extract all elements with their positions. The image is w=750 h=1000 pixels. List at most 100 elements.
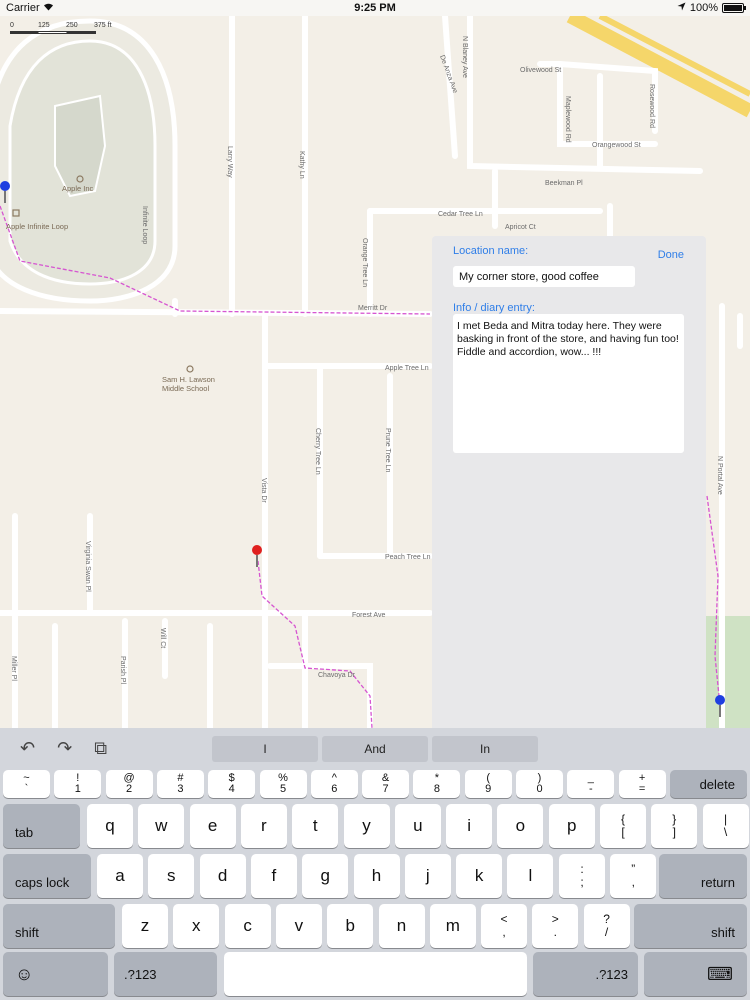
- key-;[interactable]: :;: [559, 854, 605, 898]
- key-4[interactable]: $4: [208, 770, 256, 798]
- street-label: Kathy Ln: [298, 151, 305, 179]
- hide-keyboard-icon[interactable]: ⌨: [644, 952, 747, 996]
- key-e[interactable]: e: [189, 804, 236, 848]
- key-q[interactable]: q: [87, 804, 133, 848]
- street-label: Olivewood St: [520, 67, 561, 74]
- key-char: =: [638, 783, 646, 795]
- key-w[interactable]: w: [138, 804, 185, 848]
- key-3[interactable]: #3: [156, 770, 204, 798]
- scale-label: 250: [66, 22, 78, 29]
- paste-icon[interactable]: ⧉: [94, 738, 107, 759]
- key-.[interactable]: >.: [532, 904, 579, 948]
- key-5[interactable]: % 5: [259, 770, 307, 798]
- key-l[interactable]: l: [507, 854, 554, 898]
- key-o[interactable]: o: [497, 804, 544, 848]
- tab-key[interactable]: tab: [3, 804, 80, 848]
- location-editor-panel: Location name: Done Info / diary entry: …: [432, 236, 706, 728]
- key--[interactable]: _ -: [567, 770, 615, 798]
- key-d[interactable]: d: [199, 854, 246, 898]
- key-,[interactable]: <,: [481, 904, 527, 948]
- key-j[interactable]: j: [404, 854, 451, 898]
- street-label: Apricot Ct: [505, 224, 536, 231]
- key-f[interactable]: f: [250, 854, 297, 898]
- key-char: 5: [279, 783, 287, 795]
- suggestion-2[interactable]: And: [322, 736, 428, 762]
- key-,[interactable]: ”,: [610, 854, 657, 898]
- blue-pin-icon[interactable]: [0, 181, 10, 205]
- key-0[interactable]: ) 0: [516, 770, 563, 798]
- key-v[interactable]: v: [275, 904, 322, 948]
- key-1[interactable]: ! 1: [54, 770, 102, 798]
- key-\[interactable]: | \: [702, 804, 749, 848]
- key-7[interactable]: & 7: [362, 770, 410, 798]
- key-char: -: [588, 783, 593, 795]
- space-bar[interactable]: [224, 952, 527, 996]
- key-][interactable]: }]: [651, 804, 698, 848]
- diary-entry-textarea[interactable]: I met Beda and Mitra today here. They we…: [453, 314, 684, 453]
- key-8[interactable]: * 8: [413, 770, 461, 798]
- blue-pin-icon[interactable]: [715, 695, 725, 719]
- street-label: Orange Tree Ln: [361, 238, 368, 287]
- key-2[interactable]: @2: [105, 770, 153, 798]
- key-char: 7: [382, 783, 389, 795]
- street-label: Prune Tree Ln: [384, 428, 391, 472]
- poi-label: Apple Infinite Loop: [6, 222, 68, 231]
- key-char: ;: [580, 875, 584, 889]
- key-[[interactable]: {[: [600, 804, 646, 848]
- key-char: 2: [126, 783, 133, 795]
- street-label: Rosewood Rd: [648, 84, 655, 128]
- key-u[interactable]: u: [394, 804, 441, 848]
- shift-left-key[interactable]: shift: [3, 904, 115, 948]
- street-label: Forest Ave: [352, 612, 385, 619]
- key-z[interactable]: z: [122, 904, 168, 948]
- key-t[interactable]: t: [292, 804, 339, 848]
- shift-right-key[interactable]: shift: [634, 904, 747, 948]
- key-b[interactable]: b: [327, 904, 374, 948]
- street-label: Peach Tree Ln: [385, 554, 431, 561]
- street-label: Larry Way: [226, 146, 233, 178]
- street-label: Apple Tree Ln: [385, 365, 429, 372]
- numbers-key-left[interactable]: .?123: [114, 952, 217, 996]
- status-bar: Carrier 9:25 PM 100%: [0, 0, 750, 16]
- street-label: N Blaney Ave: [461, 36, 468, 78]
- key-6[interactable]: ^ 6: [310, 770, 358, 798]
- key-char: ,: [502, 925, 506, 939]
- suggestion-1[interactable]: I: [212, 736, 318, 762]
- key-/[interactable]: ? /: [583, 904, 630, 948]
- street-label: Beekman Pl: [545, 180, 583, 187]
- key-n[interactable]: n: [378, 904, 425, 948]
- key-x[interactable]: x: [173, 904, 220, 948]
- key-h[interactable]: h: [353, 854, 400, 898]
- suggestion-3[interactable]: In: [432, 736, 538, 762]
- key-c[interactable]: c: [224, 904, 271, 948]
- key-g[interactable]: g: [302, 854, 349, 898]
- done-button[interactable]: Done: [658, 249, 684, 261]
- redo-icon[interactable]: ↷: [57, 738, 72, 759]
- key-`[interactable]: ~ `: [3, 770, 50, 798]
- location-arrow-icon: [677, 2, 686, 14]
- street-label: Orangewood St: [592, 142, 641, 149]
- undo-icon[interactable]: ↶: [20, 738, 35, 759]
- battery-percent: 100%: [689, 2, 718, 14]
- location-name-input[interactable]: [453, 266, 635, 287]
- key-r[interactable]: r: [240, 804, 287, 848]
- street-label: Infinite Loop: [141, 206, 148, 244]
- key-a[interactable]: a: [97, 854, 143, 898]
- key-9[interactable]: (9: [464, 770, 512, 798]
- delete-key[interactable]: delete: [670, 770, 747, 798]
- numbers-key-right[interactable]: .?123: [533, 952, 638, 996]
- emoji-key[interactable]: ☺: [3, 952, 108, 996]
- key-s[interactable]: s: [148, 854, 195, 898]
- key-i[interactable]: i: [446, 804, 493, 848]
- key-p[interactable]: p: [548, 804, 595, 848]
- poi-label: Middle School: [162, 384, 209, 393]
- red-pin-icon[interactable]: [252, 545, 262, 569]
- key-y[interactable]: y: [343, 804, 390, 848]
- school-icon: [186, 365, 194, 373]
- caps-lock-key[interactable]: caps lock: [3, 854, 91, 898]
- key-m[interactable]: m: [429, 904, 476, 948]
- street-label: Parish Pl: [119, 656, 126, 684]
- key-k[interactable]: k: [456, 854, 503, 898]
- return-key[interactable]: return: [659, 854, 747, 898]
- key-=[interactable]: + =: [618, 770, 666, 798]
